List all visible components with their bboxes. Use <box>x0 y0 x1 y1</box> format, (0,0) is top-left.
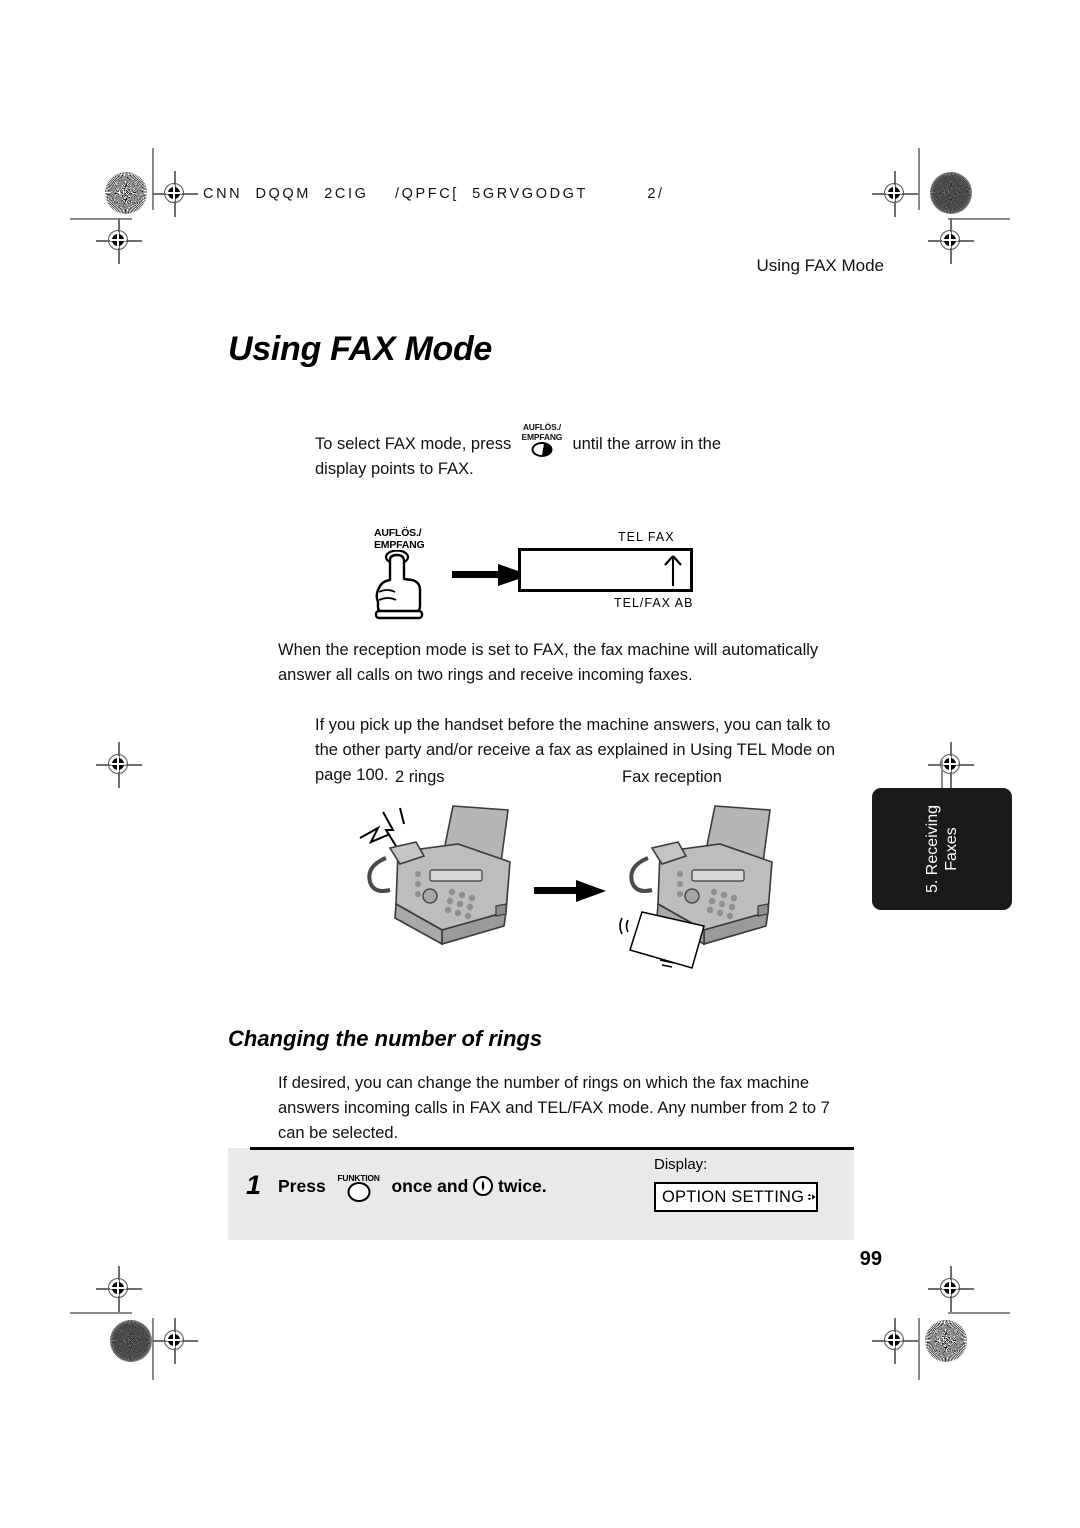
key-button-glyph <box>531 442 553 457</box>
aufloes-empfang-key-label: AUFLÖS./EMPFANG <box>521 422 563 442</box>
running-head: Using FAX Mode <box>756 256 884 275</box>
registration-crosshair-top-left <box>152 171 198 217</box>
paragraph-changing-rings: If desired, you can change the number of… <box>278 1074 830 1142</box>
diagram-key-label: AUFLÖS./EMPFANG <box>374 527 425 551</box>
trim-line-horizontal-bottom-left <box>70 1312 132 1314</box>
prepress-slugline: CNN DQQM 2CIG /QPFC[ 5GRVGODGT 2/ <box>203 186 665 202</box>
trim-line-vertical-bottom-right <box>918 1318 920 1380</box>
lcd-top-label: TEL FAX <box>618 530 675 544</box>
display-readout: OPTION SETTING <box>654 1182 818 1212</box>
color-patch-top-right <box>930 172 972 214</box>
color-patch-bottom-left <box>110 1320 152 1362</box>
registration-crosshair-bottom-right <box>872 1318 918 1364</box>
intro-paragraph: To select FAX mode, press AUFLÖS./EMPFAN… <box>315 422 735 482</box>
lcd-display-panel <box>518 548 693 592</box>
page-number: 99 <box>859 1248 882 1270</box>
up-down-right-arrows-icon <box>807 1193 816 1201</box>
pointing-hand-icon <box>374 550 424 620</box>
registration-crosshair-lower-right <box>928 1266 974 1312</box>
down-arrow-key-icon <box>473 1176 494 1196</box>
intro-text-before: To select FAX mode, press <box>315 435 512 453</box>
starburst-resolution-target-bottom-right <box>925 1320 967 1362</box>
registration-crosshair-top-right <box>872 171 918 217</box>
step-box-top-rule <box>250 1147 854 1150</box>
registration-crosshair-middle-left <box>96 742 142 788</box>
registration-crosshair-upper-right <box>928 218 974 264</box>
trim-line-vertical-right <box>918 148 920 210</box>
display-label: Display: <box>654 1156 708 1173</box>
section-tab-label: 5. Receiving Faxes <box>924 804 960 894</box>
press-button-diagram: AUFLÖS./EMPFANG TEL FAX TEL/FAX AB <box>360 527 700 620</box>
step-text-before: Press <box>278 1176 326 1196</box>
starburst-resolution-target-top-left <box>105 172 147 214</box>
tab-leader-line <box>941 760 943 790</box>
registration-crosshair-bottom-left <box>152 1318 198 1364</box>
paragraph-reception-mode: When the reception mode is set to FAX, t… <box>278 641 819 684</box>
step-instruction: Press FUNKTION once and twice. <box>278 1173 547 1202</box>
fax-machine-printing-illustration <box>619 805 773 969</box>
funktion-key-glyph <box>347 1182 371 1202</box>
up-arrow-icon <box>664 555 682 586</box>
step-text-middle: once and <box>391 1176 469 1196</box>
registration-crosshair-lower-left <box>96 1266 142 1312</box>
page-title: Using FAX Mode <box>228 330 493 368</box>
document-page: CNN DQQM 2CIG /QPFC[ 5GRVGODGT 2/ Using … <box>0 0 1080 1528</box>
registration-crosshair-upper-left <box>96 218 142 264</box>
right-arrow-icon-illustration <box>534 880 606 902</box>
lcd-bottom-label: TEL/FAX AB <box>614 596 694 610</box>
step-text-after: twice. <box>498 1176 547 1196</box>
trim-line-horizontal-bottom-right <box>948 1312 1010 1314</box>
caption-2-rings: 2 rings <box>395 768 445 786</box>
section-title-changing-rings: Changing the number of rings <box>228 1026 543 1051</box>
display-readout-value: OPTION SETTING <box>662 1187 805 1206</box>
section-tab-receiving-faxes: 5. Receiving Faxes <box>872 788 1012 910</box>
registration-crosshair-middle-right <box>928 742 974 788</box>
caption-fax-reception: Fax reception <box>622 768 722 786</box>
step-number: 1 <box>246 1170 262 1200</box>
